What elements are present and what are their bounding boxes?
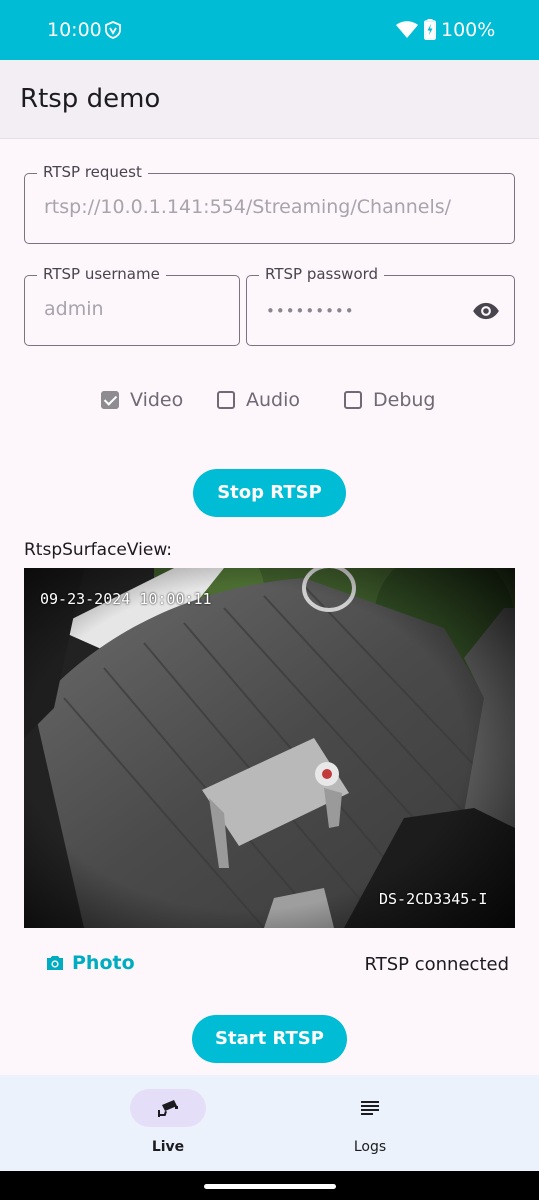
camera-video-view: 09-23-2024 10:00:11 DS-2CD3345-I bbox=[24, 568, 515, 928]
gesture-handle[interactable] bbox=[204, 1184, 336, 1189]
app-bar: Rtsp demo bbox=[0, 60, 539, 139]
checkbox-video-box[interactable] bbox=[101, 391, 119, 409]
app-title: Rtsp demo bbox=[20, 84, 161, 114]
rtsp-username-label: RTSP username bbox=[37, 265, 166, 283]
checkbox-audio-box[interactable] bbox=[217, 391, 235, 409]
checkbox-debug-label: Debug bbox=[373, 389, 436, 411]
camera-model-label: DS-2CD3345-I bbox=[379, 890, 488, 908]
nav-item-logs[interactable]: Logs bbox=[290, 1075, 450, 1171]
checkbox-video[interactable]: Video bbox=[101, 386, 183, 414]
photo-button[interactable]: Photo bbox=[46, 952, 135, 974]
rtsp-request-label: RTSP request bbox=[37, 163, 148, 181]
shield-icon bbox=[105, 21, 121, 39]
bottom-navigation: Live Logs bbox=[0, 1075, 539, 1171]
rtsp-username-value: admin bbox=[44, 298, 104, 320]
rtsp-status-text: RTSP connected bbox=[364, 954, 509, 975]
wifi-icon bbox=[396, 21, 418, 38]
rtsp-request-field[interactable]: RTSP request rtsp://10.0.1.141:554/Strea… bbox=[24, 163, 515, 244]
nav-label-live: Live bbox=[151, 1139, 185, 1155]
camera-icon bbox=[47, 956, 63, 970]
checkbox-debug[interactable]: Debug bbox=[344, 386, 435, 414]
nav-label-logs: Logs bbox=[353, 1139, 387, 1155]
battery-charging-icon bbox=[424, 19, 436, 40]
eye-icon[interactable] bbox=[472, 297, 500, 325]
rtsp-password-value: ••••••••• bbox=[266, 302, 355, 320]
rtsp-password-label: RTSP password bbox=[259, 265, 385, 283]
status-bar: 10:00 100% bbox=[0, 0, 539, 60]
checkbox-video-label: Video bbox=[130, 389, 184, 411]
stop-rtsp-button[interactable]: Stop RTSP bbox=[193, 469, 346, 517]
rtsp-request-value: rtsp://10.0.1.141:554/Streaming/Channels… bbox=[44, 196, 452, 218]
battery-percent: 100% bbox=[441, 19, 496, 41]
start-rtsp-button[interactable]: Start RTSP bbox=[192, 1015, 347, 1063]
app-screen: 10:00 100% Rtsp demo RTSP request rtsp:/… bbox=[0, 0, 539, 1200]
checkbox-audio-label: Audio bbox=[246, 389, 301, 411]
list-lines-icon bbox=[361, 1101, 379, 1115]
status-time: 10:00 bbox=[47, 19, 102, 41]
photo-label: Photo bbox=[72, 952, 135, 974]
rtsp-password-field[interactable]: RTSP password ••••••••• bbox=[246, 265, 515, 346]
surface-view-label: RtspSurfaceView: bbox=[24, 540, 173, 560]
video-timestamp: 09-23-2024 10:00:11 bbox=[40, 590, 212, 608]
nav-item-live[interactable]: Live bbox=[88, 1075, 248, 1171]
checkbox-audio[interactable]: Audio bbox=[217, 386, 300, 414]
cctv-camera-icon bbox=[158, 1100, 178, 1117]
camera-frame-image bbox=[24, 568, 515, 928]
checkbox-debug-box[interactable] bbox=[344, 391, 362, 409]
rtsp-username-field[interactable]: RTSP username admin bbox=[24, 265, 240, 346]
